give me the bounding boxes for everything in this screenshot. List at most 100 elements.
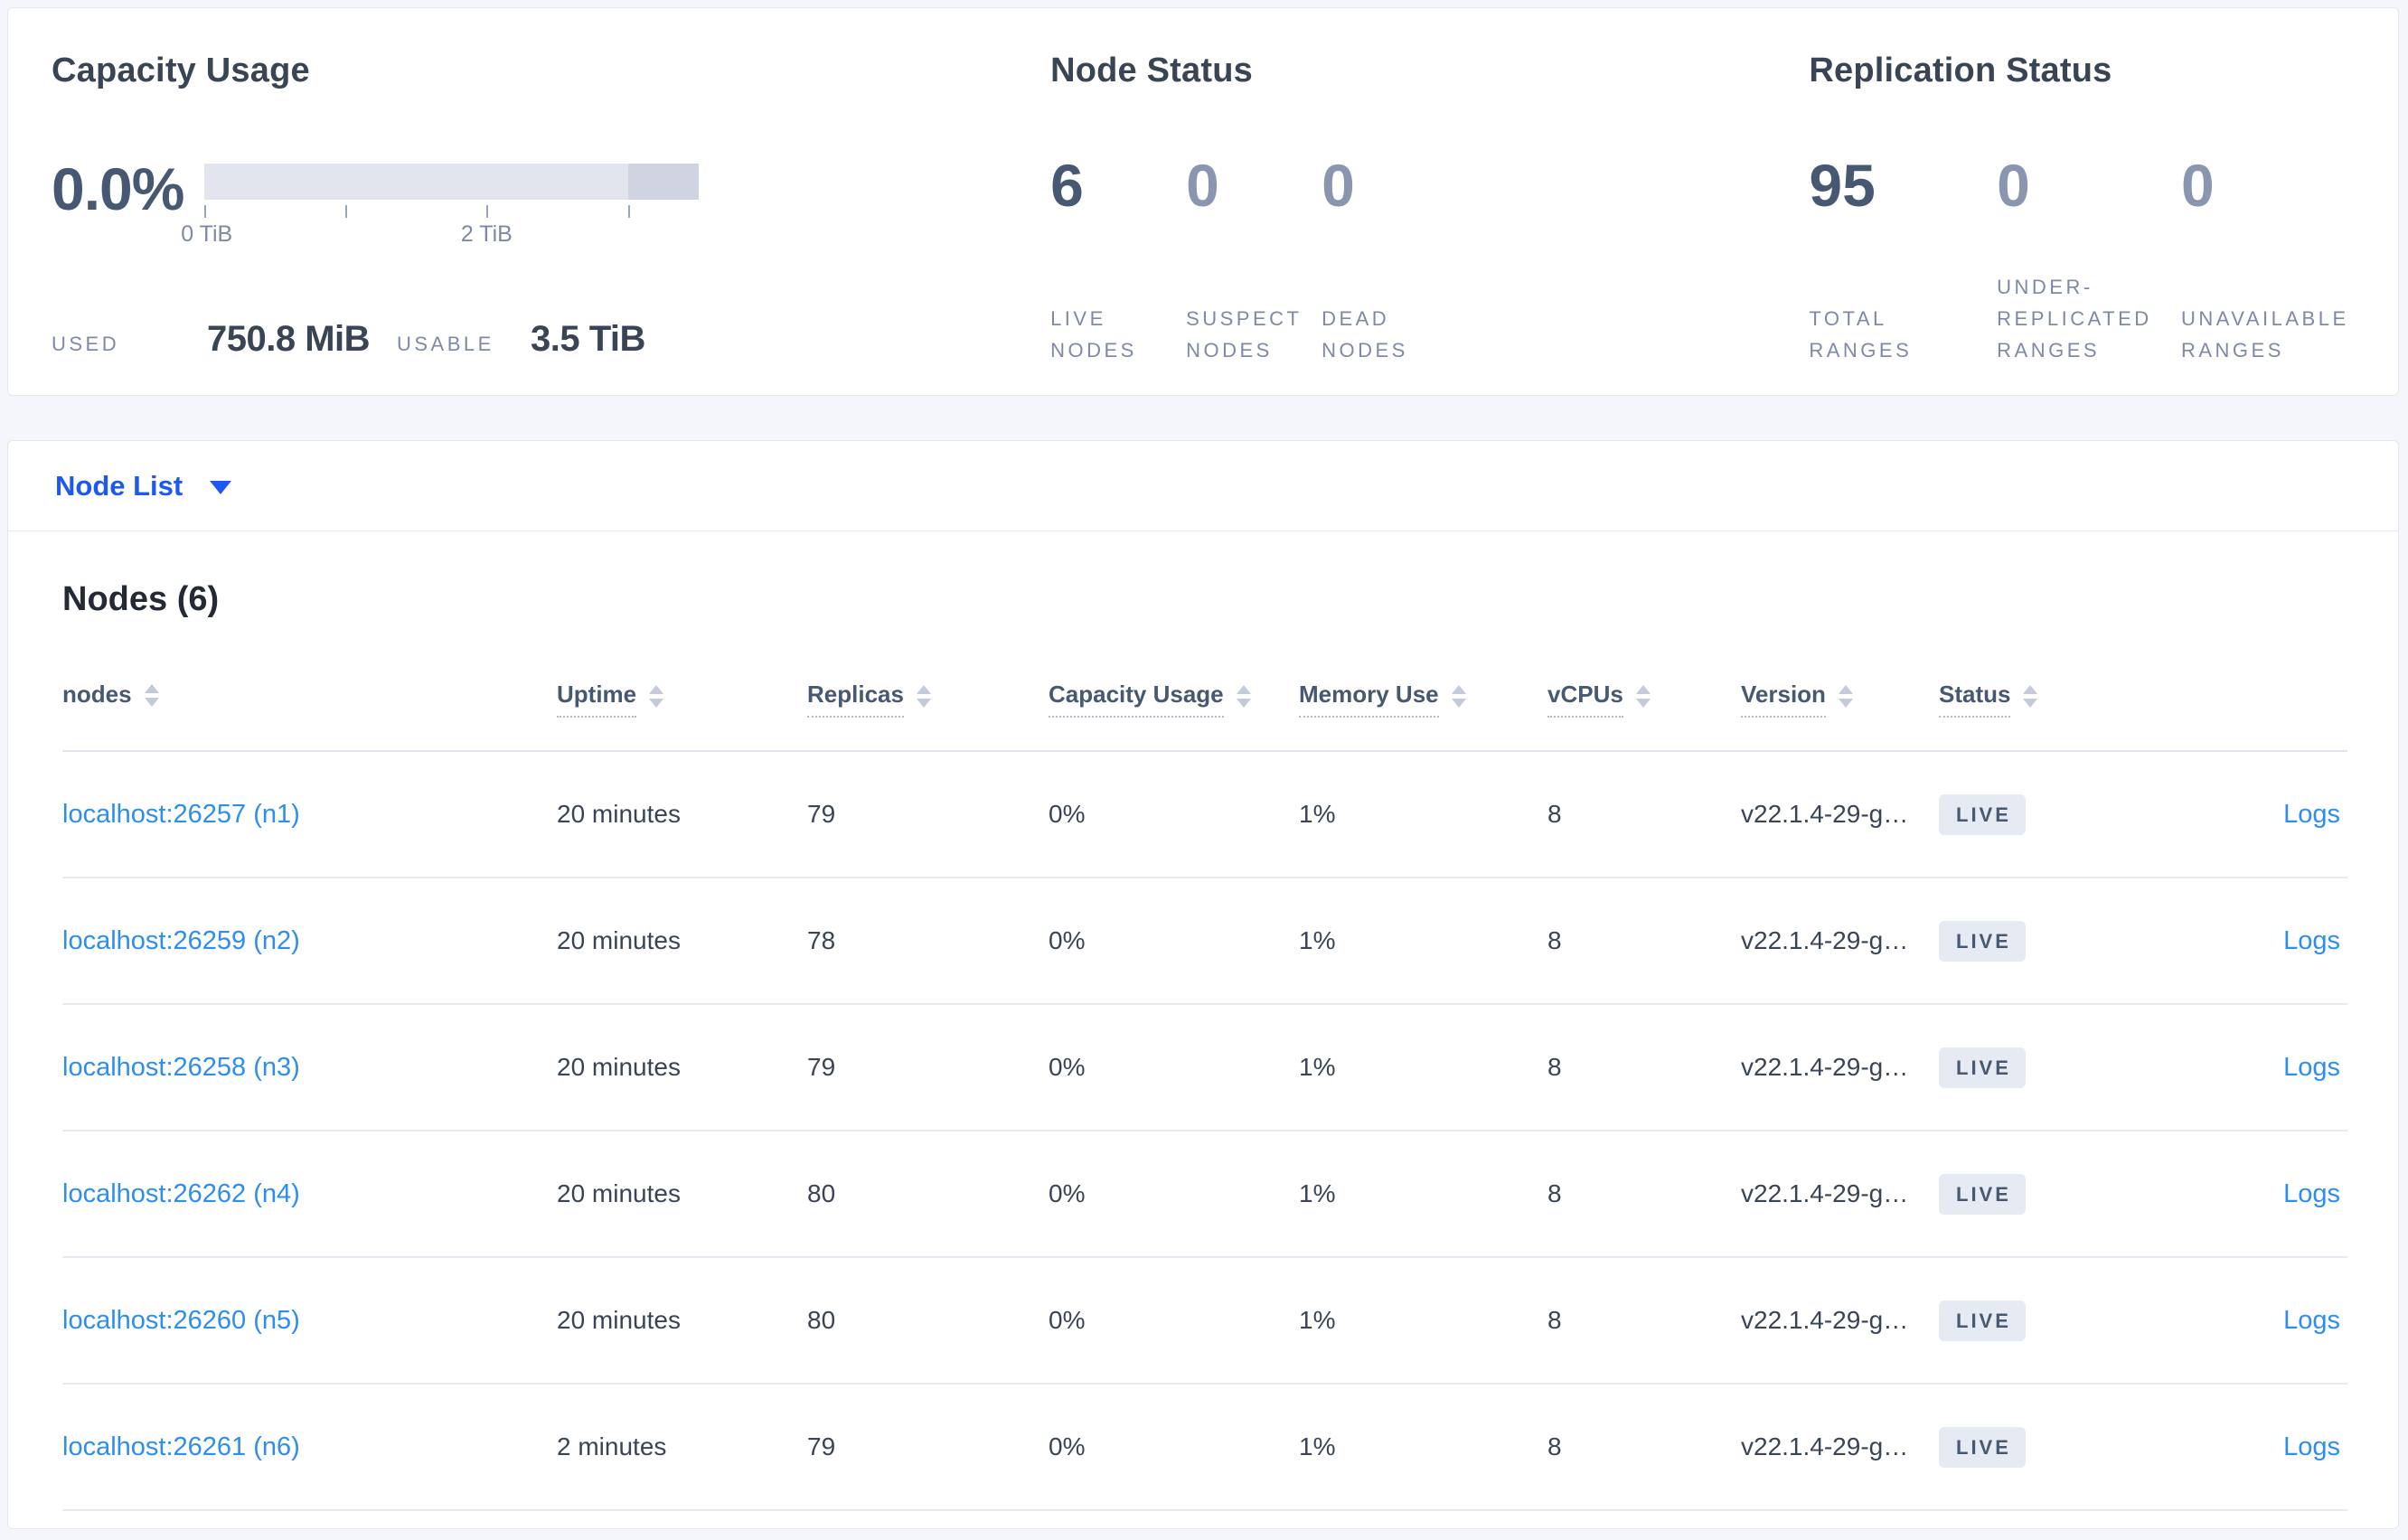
node-link[interactable]: localhost:26258 (n3) bbox=[62, 1053, 300, 1082]
sort-arrows-icon bbox=[1451, 685, 1466, 708]
node-list-card: Node List Nodes (6) nodes Uptime Replica… bbox=[7, 440, 2399, 1529]
column-header-vcpus[interactable]: vCPUs bbox=[1547, 671, 1741, 752]
column-header-status[interactable]: Status bbox=[1939, 671, 2158, 752]
column-header-version[interactable]: Version bbox=[1741, 671, 1939, 752]
under-replicated-ranges-stat: 0 UNDER-REPLICATED RANGES bbox=[1997, 152, 2181, 366]
under-replicated-ranges-label: UNDER-REPLICATED RANGES bbox=[1997, 276, 2152, 362]
vcpus-cell: 8 bbox=[1547, 1053, 1562, 1081]
capacity-usage-title: Capacity Usage bbox=[52, 52, 310, 89]
node-link[interactable]: localhost:26262 (n4) bbox=[62, 1179, 300, 1208]
vcpus-cell: 8 bbox=[1547, 1306, 1562, 1334]
dead-nodes-value: 0 bbox=[1322, 152, 1355, 219]
table-row: localhost:26260 (n5) 20 minutes 80 0% 1%… bbox=[62, 1257, 2347, 1384]
column-header-memory-use[interactable]: Memory Use bbox=[1299, 671, 1547, 752]
vcpus-cell: 8 bbox=[1547, 926, 1562, 954]
status-badge: LIVE bbox=[1939, 1173, 2026, 1215]
under-replicated-ranges-value: 0 bbox=[1997, 152, 2030, 219]
logs-link[interactable]: Logs bbox=[2283, 1306, 2340, 1335]
memory-cell: 1% bbox=[1299, 1179, 1336, 1207]
replicas-cell: 80 bbox=[807, 1179, 836, 1207]
live-nodes-value: 6 bbox=[1050, 152, 1084, 219]
column-header-replicas[interactable]: Replicas bbox=[807, 671, 1049, 752]
dead-nodes-stat: 0 DEAD NODES bbox=[1322, 152, 1457, 366]
capacity-cell: 0% bbox=[1049, 800, 1086, 828]
node-status-title: Node Status bbox=[1050, 52, 1253, 89]
uptime-cell: 20 minutes bbox=[557, 800, 681, 828]
replicas-cell: 78 bbox=[807, 926, 836, 954]
total-ranges-stat: 95 TOTAL RANGES bbox=[1809, 152, 1997, 366]
logs-link[interactable]: Logs bbox=[2283, 800, 2340, 829]
capacity-tick-label-2: 2 TiB bbox=[460, 221, 513, 247]
sort-arrows-icon bbox=[916, 685, 931, 708]
version-cell: v22.1.4-29-g… bbox=[1741, 1432, 1909, 1460]
column-header-capacity-usage[interactable]: Capacity Usage bbox=[1049, 671, 1299, 752]
capacity-cell: 0% bbox=[1049, 1432, 1086, 1460]
version-cell: v22.1.4-29-g… bbox=[1741, 1306, 1909, 1334]
table-row: localhost:26258 (n3) 20 minutes 79 0% 1%… bbox=[62, 1004, 2347, 1131]
table-row: localhost:26259 (n2) 20 minutes 78 0% 1%… bbox=[62, 878, 2347, 1004]
vcpus-cell: 8 bbox=[1547, 800, 1562, 828]
memory-cell: 1% bbox=[1299, 1306, 1336, 1334]
capacity-tick-label-0: 0 TiB bbox=[181, 221, 233, 247]
capacity-cell: 0% bbox=[1049, 926, 1086, 954]
column-header-nodes[interactable]: nodes bbox=[62, 671, 557, 752]
replicas-cell: 80 bbox=[807, 1306, 836, 1334]
replicas-cell: 79 bbox=[807, 1432, 836, 1460]
total-ranges-label: TOTAL RANGES bbox=[1809, 307, 1913, 362]
status-badge: LIVE bbox=[1939, 1300, 2026, 1341]
node-link[interactable]: localhost:26261 (n6) bbox=[62, 1432, 300, 1461]
replication-status-panel: Replication Status 95 TOTAL RANGES 0 UND… bbox=[1809, 48, 2355, 395]
replicas-cell: 79 bbox=[807, 800, 836, 828]
memory-cell: 1% bbox=[1299, 926, 1336, 954]
nodes-table: nodes Uptime Replicas Capacity Usage Mem… bbox=[62, 671, 2347, 1511]
capacity-usage-panel: Capacity Usage 0.0% 0 TiB 2 TiB USED 750… bbox=[52, 48, 1050, 395]
vcpus-cell: 8 bbox=[1547, 1179, 1562, 1207]
dead-nodes-label: DEAD NODES bbox=[1322, 307, 1408, 362]
capacity-cell: 0% bbox=[1049, 1179, 1086, 1207]
uptime-cell: 20 minutes bbox=[557, 1053, 681, 1081]
capacity-bar-reserved-segment bbox=[627, 164, 699, 200]
live-nodes-label: LIVE NODES bbox=[1050, 307, 1137, 362]
version-cell: v22.1.4-29-g… bbox=[1741, 800, 1909, 828]
uptime-cell: 2 minutes bbox=[557, 1432, 667, 1460]
logs-link[interactable]: Logs bbox=[2283, 926, 2340, 955]
table-header-row: nodes Uptime Replicas Capacity Usage Mem… bbox=[62, 671, 2347, 752]
uptime-cell: 20 minutes bbox=[557, 1306, 681, 1334]
node-link[interactable]: localhost:26257 (n1) bbox=[62, 800, 300, 829]
suspect-nodes-stat: 0 SUSPECT NODES bbox=[1186, 155, 1322, 366]
status-badge: LIVE bbox=[1939, 1047, 2026, 1088]
live-nodes-stat: 6 LIVE NODES bbox=[1050, 152, 1186, 366]
usable-label: USABLE bbox=[397, 333, 494, 355]
sort-arrows-icon bbox=[144, 684, 159, 707]
sort-arrows-icon bbox=[1635, 685, 1651, 708]
logs-link[interactable]: Logs bbox=[2283, 1179, 2340, 1208]
total-ranges-value: 95 bbox=[1809, 152, 1876, 219]
column-header-uptime[interactable]: Uptime bbox=[557, 671, 807, 752]
capacity-cell: 0% bbox=[1049, 1053, 1086, 1081]
used-label: USED bbox=[52, 333, 120, 355]
status-badge: LIVE bbox=[1939, 793, 2026, 835]
sort-arrows-icon bbox=[2023, 685, 2038, 708]
node-link[interactable]: localhost:26260 (n5) bbox=[62, 1306, 300, 1335]
status-badge: LIVE bbox=[1939, 920, 2026, 962]
vcpus-cell: 8 bbox=[1547, 1432, 1562, 1460]
logs-link[interactable]: Logs bbox=[2283, 1432, 2340, 1461]
table-row: localhost:26262 (n4) 20 minutes 80 0% 1%… bbox=[62, 1131, 2347, 1257]
memory-cell: 1% bbox=[1299, 800, 1336, 828]
capacity-bar bbox=[204, 164, 699, 200]
view-selector-strip: Node List bbox=[8, 441, 2398, 531]
node-list-selector-label: Node List bbox=[55, 469, 183, 502]
uptime-cell: 20 minutes bbox=[557, 1179, 681, 1207]
node-status-panel: Node Status 6 LIVE NODES 0 SUSPECT NODES… bbox=[1050, 48, 1809, 395]
chevron-down-icon bbox=[210, 481, 232, 494]
memory-cell: 1% bbox=[1299, 1432, 1336, 1460]
version-cell: v22.1.4-29-g… bbox=[1741, 1179, 1909, 1207]
uptime-cell: 20 minutes bbox=[557, 926, 681, 954]
used-value: 750.8 MiB bbox=[207, 319, 371, 359]
unavailable-ranges-stat: 0 UNAVAILABLE RANGES bbox=[2181, 155, 2355, 366]
node-list-selector[interactable]: Node List bbox=[55, 469, 232, 502]
logs-link[interactable]: Logs bbox=[2283, 1053, 2340, 1082]
capacity-bar-ticks bbox=[204, 205, 699, 220]
cluster-summary-panel: Capacity Usage 0.0% 0 TiB 2 TiB USED 750… bbox=[7, 7, 2399, 396]
node-link[interactable]: localhost:26259 (n2) bbox=[62, 926, 300, 955]
